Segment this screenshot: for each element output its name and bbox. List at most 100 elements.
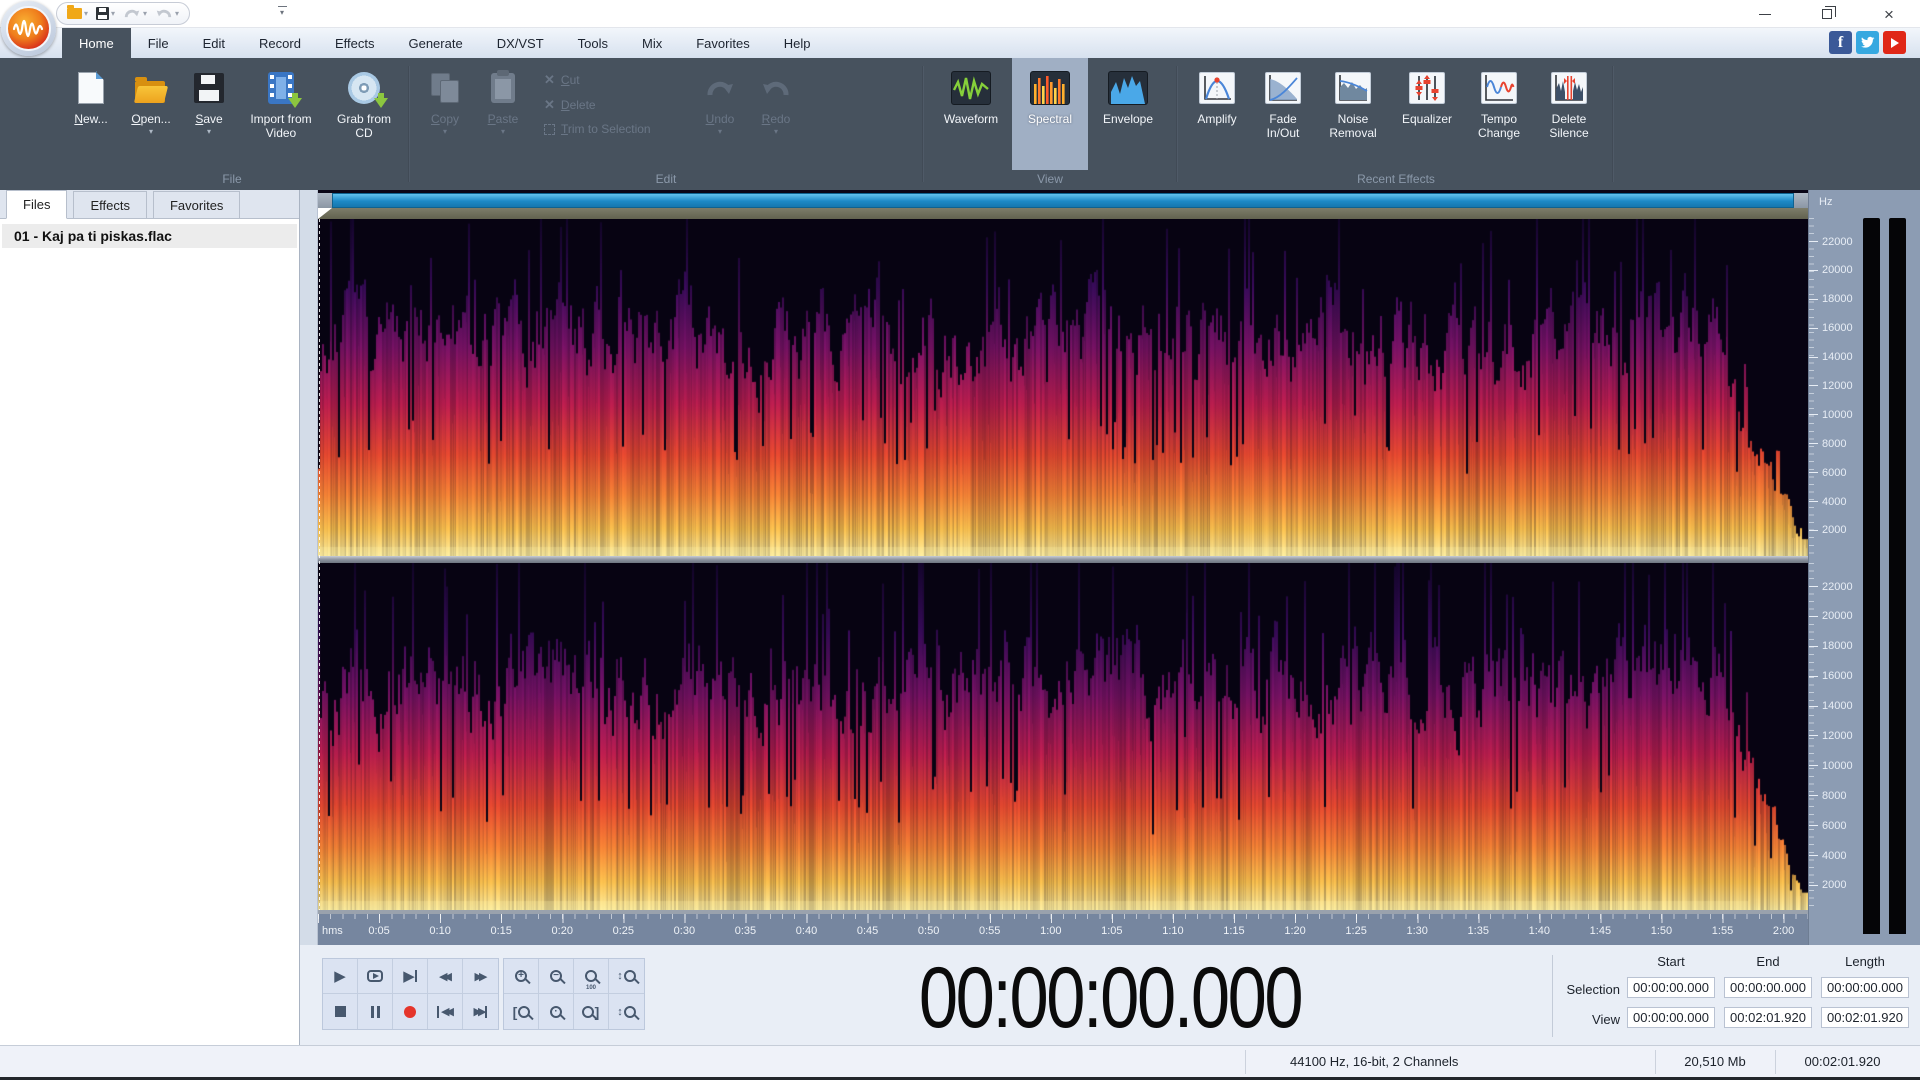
new-button[interactable]: New... <box>62 58 120 170</box>
tab-tools[interactable]: Tools <box>561 28 625 58</box>
delete-button[interactable]: ✕ Delete <box>544 97 692 113</box>
noise-removal-button[interactable]: Noise Removal <box>1316 58 1390 170</box>
play-button[interactable]: ▶ <box>323 959 358 994</box>
view-start-field[interactable]: 00:00:00.000 <box>1627 1007 1715 1028</box>
zoom-vertical-in-button[interactable]: ↕ <box>609 959 644 994</box>
play-icon: ▶ <box>334 967 346 985</box>
zoom-in-button[interactable]: + <box>504 959 539 994</box>
group-label-recent-effects: Recent Effects <box>1357 172 1435 186</box>
tab-generate[interactable]: Generate <box>391 28 479 58</box>
redo-button[interactable]: Redo ▾ <box>748 58 804 170</box>
ruler-time-label: 0:45 <box>856 925 879 937</box>
playhead-marker[interactable] <box>318 208 332 219</box>
waveform-button-label: Waveform <box>943 112 999 126</box>
save-button[interactable]: Save ▾ <box>182 58 236 170</box>
channel-divider[interactable] <box>318 556 1808 563</box>
tab-effects[interactable]: Effects <box>318 28 392 58</box>
quick-undo-button[interactable]: ▾ <box>123 7 147 20</box>
zoom-selection-start-button[interactable]: [ <box>504 994 539 1029</box>
loop-playback-button[interactable] <box>358 959 393 994</box>
panel-tab-files[interactable]: Files <box>6 190 68 219</box>
zoom-out-button[interactable]: − <box>539 959 574 994</box>
selection-end-field[interactable]: 00:00:00.000 <box>1724 977 1812 998</box>
tab-record[interactable]: Record <box>242 28 318 58</box>
file-list-item[interactable]: 01 - Kaj pa ti piskas.flac <box>2 224 297 248</box>
delete-silence-button[interactable]: Delete Silence <box>1534 58 1604 170</box>
view-end-field[interactable]: 00:02:01.920 <box>1724 1007 1812 1028</box>
tempo-change-button[interactable]: Tempo Change <box>1464 58 1534 170</box>
waveform-view-button[interactable]: Waveform <box>930 58 1012 170</box>
equalizer-button[interactable]: Equalizer <box>1390 58 1464 170</box>
fade-button-label: Fade In/Out <box>1266 112 1300 140</box>
close-button[interactable]: × <box>1876 3 1902 25</box>
rewind-icon: ◀◀ <box>439 970 452 983</box>
go-to-end-button[interactable]: ▶▶ <box>463 994 498 1029</box>
tab-favorites[interactable]: Favorites <box>679 28 766 58</box>
timeline-ruler[interactable]: hms 0:05 0:10 0:15 0:20 0:25 0:30 0:35 0:40 0:45… <box>318 914 1808 945</box>
ruler-unit-label: hms <box>322 925 343 937</box>
restore-button[interactable] <box>1814 3 1840 25</box>
spectrogram-channel-1[interactable] <box>318 219 1808 556</box>
tab-home[interactable]: Home <box>62 28 131 58</box>
quick-save-button[interactable]: ▾ <box>96 7 115 20</box>
envelope-view-button[interactable]: Envelope <box>1088 58 1168 170</box>
rewind-button[interactable]: ◀◀ <box>428 959 463 994</box>
grab-from-cd-button[interactable]: Grab from CD <box>326 58 402 170</box>
save-icon <box>96 7 110 20</box>
zoom-100-button[interactable]: 100 <box>574 959 609 994</box>
toolbar-options-button[interactable]: ▾ <box>276 6 288 17</box>
quick-open-button[interactable]: ▾ <box>67 5 88 19</box>
pause-button[interactable] <box>358 994 393 1029</box>
copy-button[interactable]: Copy ▾ <box>416 58 474 170</box>
fast-forward-button[interactable]: ▶▶ <box>463 959 498 994</box>
paste-button[interactable]: Paste ▾ <box>474 58 532 170</box>
twitter-icon[interactable] <box>1856 31 1879 54</box>
files-panel: Files Effects Favorites 01 - Kaj pa ti p… <box>0 190 300 1045</box>
spectral-button-label: Spectral <box>1027 112 1073 126</box>
undo-button-label: Undo <box>705 112 735 126</box>
minimize-button[interactable] <box>1752 3 1778 25</box>
app-logo[interactable] <box>1 1 56 56</box>
delete-silence-icon <box>1551 68 1587 108</box>
panel-tab-effects[interactable]: Effects <box>73 191 147 218</box>
tab-help[interactable]: Help <box>767 28 828 58</box>
amplify-icon <box>1199 68 1235 108</box>
position-strip[interactable] <box>318 208 1808 219</box>
facebook-icon[interactable]: f <box>1829 31 1852 54</box>
zoom-selection-icon: · <box>550 1005 562 1018</box>
frequency-tick <box>1809 443 1818 445</box>
zoom-selection-end-button[interactable]: ] <box>574 994 609 1029</box>
selection-start-field[interactable]: 00:00:00.000 <box>1627 977 1715 998</box>
scrollbar-thumb[interactable] <box>332 193 1794 208</box>
play-to-end-button[interactable]: ▶ <box>393 959 428 994</box>
tab-mix[interactable]: Mix <box>625 28 679 58</box>
amplify-button[interactable]: Amplify <box>1184 58 1250 170</box>
cut-button[interactable]: ✕ Cut <box>544 72 692 88</box>
import-from-video-button[interactable]: Import from Video <box>236 58 326 170</box>
quick-redo-button[interactable]: ▾ <box>155 7 179 20</box>
panel-tab-favorites[interactable]: Favorites <box>152 191 241 218</box>
record-button[interactable] <box>393 994 428 1029</box>
scroll-left-button[interactable] <box>318 193 332 208</box>
audio-editor-logo-icon <box>6 6 51 51</box>
scroll-right-button[interactable] <box>1794 193 1808 208</box>
trim-to-selection-button[interactable]: Trim to Selection <box>544 122 692 136</box>
tab-file[interactable]: File <box>131 28 186 58</box>
selection-length-field[interactable]: 00:00:00.000 <box>1821 977 1909 998</box>
go-to-start-button[interactable]: ◀◀ <box>428 994 463 1029</box>
undo-button[interactable]: Undo ▾ <box>692 58 748 170</box>
stop-button[interactable] <box>323 994 358 1029</box>
zoom-selection-button[interactable]: · <box>539 994 574 1029</box>
fade-in-out-button[interactable]: Fade In/Out <box>1250 58 1316 170</box>
zoom-vertical-out-button[interactable]: ↕ <box>609 994 644 1029</box>
pause-icon <box>370 1005 380 1018</box>
spectrogram-channel-2[interactable] <box>318 563 1808 910</box>
youtube-icon[interactable] <box>1883 31 1906 54</box>
view-length-field[interactable]: 00:02:01.920 <box>1821 1007 1909 1028</box>
tab-edit[interactable]: Edit <box>186 28 242 58</box>
spectral-view-button[interactable]: Spectral <box>1012 58 1088 170</box>
panel-splitter[interactable] <box>300 190 318 945</box>
horizontal-scrollbar[interactable] <box>318 193 1808 208</box>
tab-dxvst[interactable]: DX/VST <box>480 28 561 58</box>
open-button[interactable]: Open... ▾ <box>120 58 182 170</box>
